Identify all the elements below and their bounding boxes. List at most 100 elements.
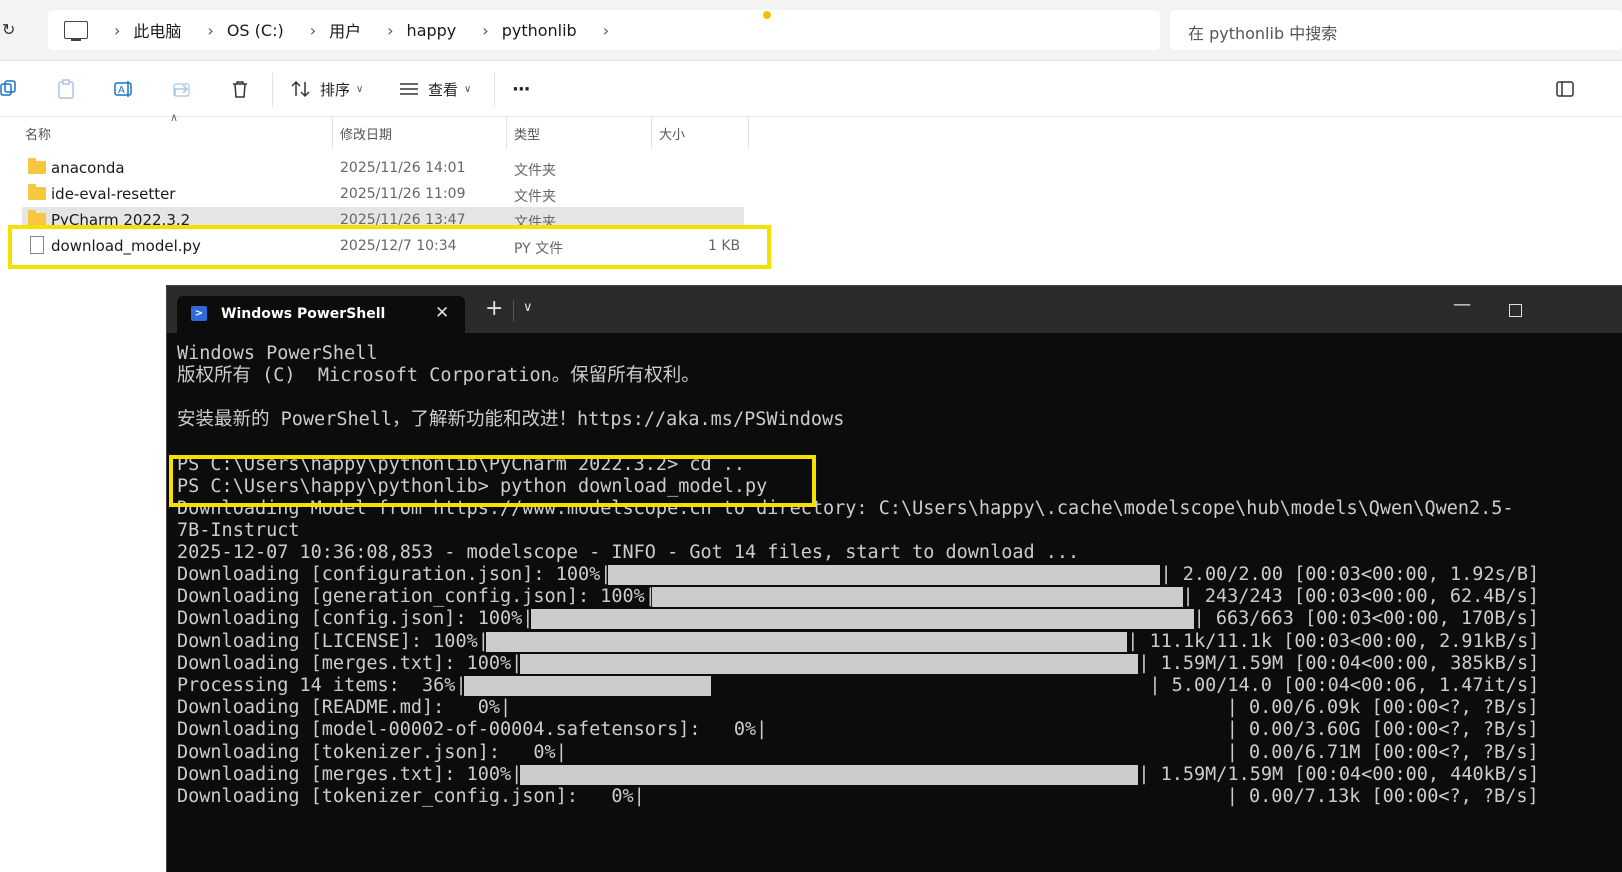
progress-suffix: | 2.00/2.00 [00:03<00:00, 1.92s/B]: [1160, 564, 1540, 585]
file-list: ∧ 名称 修改日期 类型 大小 anaconda 2025/11/26 14:0…: [0, 111, 1310, 297]
search-placeholder: 在 pythonlib 中搜索: [1188, 24, 1338, 43]
search-input[interactable]: 在 pythonlib 中搜索: [1170, 10, 1622, 50]
progress-suffix: | 0.00/7.13k [00:00<?, ?B/s]: [1226, 786, 1539, 807]
file-modified: 2025/11/26 11:09: [340, 186, 466, 202]
column-divider[interactable]: [651, 117, 652, 149]
table-row[interactable]: PyCharm 2022.3.2 2025/11/26 13:47 文件夹: [22, 207, 744, 225]
terminal-line: 7B-Instruct: [177, 520, 300, 541]
chevron-right-icon[interactable]: ›: [207, 21, 213, 40]
terminal-titlebar: > Windows PowerShell ✕ + ∨ —: [167, 286, 1622, 333]
progress-line: Downloading [merges.txt]: 100%|: [177, 652, 523, 674]
file-name: anaconda: [51, 159, 125, 177]
refresh-icon[interactable]: ↻: [2, 20, 20, 39]
file-name: ide-eval-resetter: [51, 185, 176, 203]
chevron-right-icon[interactable]: ›: [310, 21, 316, 40]
progress-bar-fill: [519, 764, 1139, 785]
paste-icon[interactable]: [56, 79, 76, 99]
chevron-down-icon[interactable]: ∨: [523, 300, 533, 315]
progress-line: Processing 14 items: 36%|: [177, 675, 467, 696]
column-header-size[interactable]: 大小: [659, 124, 685, 143]
rename-icon[interactable]: A: [114, 79, 134, 99]
terminal-line: 版权所有 (C) Microsoft Corporation。保留所有权利。: [177, 365, 700, 386]
tab-windows-powershell[interactable]: > Windows PowerShell ✕: [177, 296, 465, 333]
sort-label: 排序: [320, 80, 351, 99]
progress-line: Downloading [model-00002-of-00004.safete…: [177, 719, 768, 741]
column-header-name[interactable]: 名称: [25, 124, 51, 143]
breadcrumb-item-users[interactable]: 用户: [329, 18, 361, 42]
chevron-right-icon[interactable]: ›: [603, 21, 609, 40]
terminal-output[interactable]: Windows PowerShell 版权所有 (C) Microsoft Co…: [177, 343, 1622, 863]
progress-bar-fill: [464, 676, 711, 696]
progress-suffix: | 663/663 [00:03<00:00, 170B/s]: [1193, 608, 1539, 630]
share-icon[interactable]: [172, 79, 192, 99]
progress-suffix: | 243/243 [00:03<00:00, 62.4B/s]: [1182, 586, 1539, 608]
new-tab-icon[interactable]: +: [485, 296, 503, 321]
details-pane-icon[interactable]: [1556, 79, 1574, 99]
progress-line: Downloading [configuration.json]: 100%|: [177, 564, 612, 585]
column-header-modified[interactable]: 修改日期: [340, 124, 392, 143]
progress-line: Downloading [merges.txt]: 100%|: [177, 763, 523, 785]
progress-line: Downloading [generation_config.json]: 10…: [177, 586, 656, 608]
progress-suffix: | 0.00/3.60G [00:00<?, ?B/s]: [1226, 719, 1539, 741]
progress-suffix: | 1.59M/1.59M [00:04<00:00, 440kB/s]: [1138, 763, 1540, 785]
terminal-line: 2025-12-07 10:36:08,853 - modelscope - I…: [177, 542, 1080, 563]
more-options-button[interactable]: ···: [512, 79, 530, 100]
breadcrumb[interactable]: › 此电脑 › OS (C:) › 用户 › happy › pythonlib…: [48, 10, 1160, 50]
view-icon: [400, 83, 418, 95]
progress-suffix: | 0.00/6.71M [00:00<?, ?B/s]: [1226, 741, 1539, 763]
computer-icon[interactable]: [64, 21, 88, 41]
progress-line: Downloading [tokenizer_config.json]: 0%|: [177, 786, 645, 807]
chevron-right-icon[interactable]: ›: [387, 21, 393, 40]
breadcrumb-item-os-c[interactable]: OS (C:): [227, 21, 284, 40]
tab-title: Windows PowerShell: [221, 306, 386, 322]
folder-icon: [28, 210, 46, 225]
svg-text:A: A: [118, 85, 125, 96]
chevron-right-icon[interactable]: ›: [114, 21, 120, 40]
progress-suffix: | 5.00/14.0 [00:04<00:06, 1.47it/s]: [1149, 675, 1540, 696]
progress-bar-fill: [652, 587, 1183, 608]
column-divider[interactable]: [332, 117, 333, 149]
delete-icon[interactable]: [230, 79, 250, 99]
notification-dot: [763, 11, 771, 19]
explorer-toolbar: A 排序 ∨ 查看 ∨ ···: [0, 61, 1622, 117]
copy-icon[interactable]: [0, 79, 18, 99]
close-tab-icon[interactable]: ✕: [435, 303, 449, 323]
view-button[interactable]: 查看 ∨: [398, 79, 471, 99]
progress-bar-fill: [530, 609, 1194, 630]
progress-bar-fill: [607, 565, 1161, 585]
minimize-icon[interactable]: —: [1453, 294, 1471, 315]
toolbar-divider: [272, 73, 273, 107]
folder-icon: [28, 158, 46, 174]
tab-divider: [513, 300, 514, 322]
file-type: 文件夹: [514, 163, 556, 179]
breadcrumb-item-this-pc[interactable]: 此电脑: [133, 18, 181, 42]
progress-line: Downloading [config.json]: 100%|: [177, 608, 534, 630]
powershell-icon: >: [191, 306, 207, 321]
file-type: 文件夹: [514, 189, 556, 205]
table-row[interactable]: anaconda 2025/11/26 14:01 文件夹: [22, 155, 744, 181]
progress-line: Downloading [LICENSE]: 100%|: [177, 630, 489, 652]
highlight-box: [169, 455, 816, 507]
progress-suffix: | 0.00/6.09k [00:00<?, ?B/s]: [1226, 697, 1539, 719]
toolbar-divider: [494, 73, 495, 107]
progress-bar-fill: [519, 653, 1139, 674]
breadcrumb-item-happy[interactable]: happy: [407, 21, 457, 40]
view-label: 查看: [428, 80, 459, 99]
file-modified: 2025/11/26 13:47: [340, 212, 466, 225]
column-divider[interactable]: [748, 117, 749, 149]
terminal-line: Windows PowerShell: [177, 343, 378, 364]
chevron-right-icon[interactable]: ›: [482, 21, 488, 40]
progress-suffix: | 11.1k/11.1k [00:03<00:00, 2.91kB/s]: [1127, 630, 1540, 652]
address-bar-area: ↻ › 此电脑 › OS (C:) › 用户 › happy › pythonl…: [0, 0, 1622, 61]
file-type: 文件夹: [514, 215, 556, 225]
breadcrumb-item-pythonlib[interactable]: pythonlib: [502, 21, 577, 40]
column-header-type[interactable]: 类型: [514, 124, 540, 143]
sort-ascending-icon: ∧: [170, 111, 179, 124]
terminal-line: 安装最新的 PowerShell，了解新功能和改进！https://aka.ms…: [177, 409, 845, 430]
sort-button[interactable]: 排序 ∨: [290, 79, 363, 99]
table-row[interactable]: ide-eval-resetter 2025/11/26 11:09 文件夹: [22, 181, 744, 207]
column-divider[interactable]: [506, 117, 507, 149]
maximize-icon[interactable]: [1509, 304, 1522, 317]
sort-icon: [291, 80, 310, 98]
progress-suffix: | 1.59M/1.59M [00:04<00:00, 385kB/s]: [1138, 652, 1540, 674]
